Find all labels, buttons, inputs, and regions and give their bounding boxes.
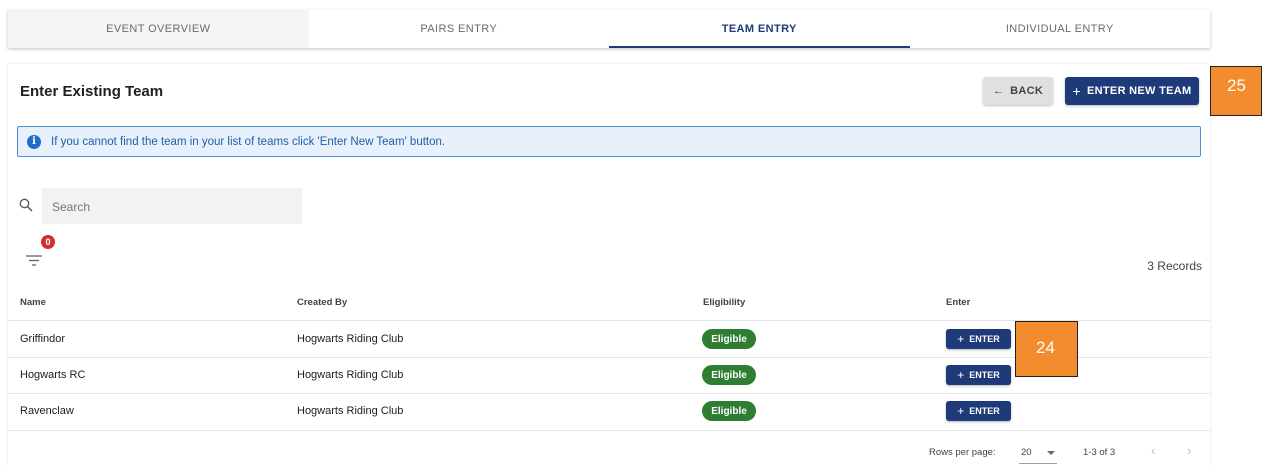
- column-header-name[interactable]: Name: [20, 297, 46, 308]
- arrow-left-icon: ←: [992, 85, 1005, 97]
- annotation-badge-25: 25: [1210, 66, 1262, 116]
- enter-button-label: ENTER: [969, 406, 1000, 416]
- info-banner: i If you cannot find the team in your li…: [17, 126, 1201, 157]
- enter-new-team-button[interactable]: + ENTER NEW TEAM: [1065, 77, 1199, 105]
- caret-down-icon: [1047, 451, 1055, 455]
- column-header-enter: Enter: [946, 297, 971, 308]
- enter-team-button[interactable]: + ENTER: [946, 329, 1011, 349]
- rows-per-page-label: Rows per page:: [929, 447, 996, 458]
- info-icon: i: [27, 134, 41, 149]
- tab-team-entry[interactable]: TEAM ENTRY: [609, 10, 910, 48]
- created-by: Hogwarts Riding Club: [297, 405, 404, 417]
- tab-individual-entry[interactable]: INDIVIDUAL ENTRY: [910, 10, 1211, 48]
- entry-tabs: EVENT OVERVIEW PAIRS ENTRY TEAM ENTRY IN…: [8, 10, 1210, 48]
- column-header-created-by[interactable]: Created By: [297, 297, 347, 308]
- search-placeholder: Search: [52, 200, 91, 214]
- plus-icon: +: [957, 368, 965, 382]
- records-count: 3 Records: [1147, 259, 1202, 273]
- enter-button-label: ENTER: [969, 370, 1000, 380]
- eligibility-badge: Eligible: [702, 329, 756, 349]
- eligibility-badge: Eligible: [702, 365, 756, 385]
- tab-event-overview[interactable]: EVENT OVERVIEW: [8, 10, 309, 48]
- filter-icon[interactable]: [24, 250, 44, 270]
- created-by: Hogwarts Riding Club: [297, 333, 404, 345]
- team-name: Griffindor: [20, 333, 66, 345]
- search-icon: [19, 198, 33, 212]
- rows-per-page-value: 20: [1021, 447, 1032, 458]
- chevron-left-icon[interactable]: ‹: [1151, 443, 1155, 458]
- enter-new-team-label: ENTER NEW TEAM: [1087, 85, 1192, 97]
- rows-per-page-select[interactable]: 20: [1019, 444, 1057, 464]
- eligibility-badge: Eligible: [702, 401, 756, 421]
- annotation-badge-24: 24: [1015, 321, 1078, 377]
- plus-icon: +: [957, 332, 965, 346]
- back-button[interactable]: ← BACK: [983, 77, 1053, 105]
- enter-team-button[interactable]: + ENTER: [946, 401, 1011, 421]
- info-banner-text: If you cannot find the team in your list…: [51, 135, 446, 148]
- tab-pairs-entry[interactable]: PAIRS ENTRY: [309, 10, 610, 48]
- plus-icon: +: [1072, 83, 1082, 99]
- enter-team-button[interactable]: + ENTER: [946, 365, 1011, 385]
- enter-button-label: ENTER: [969, 334, 1000, 344]
- filter-count-badge: 0: [41, 235, 55, 249]
- chevron-right-icon[interactable]: ›: [1187, 443, 1191, 458]
- table-row: [8, 393, 1210, 430]
- pagination-range: 1-3 of 3: [1083, 447, 1116, 458]
- created-by: Hogwarts Riding Club: [297, 369, 404, 381]
- team-name: Hogwarts RC: [20, 369, 86, 381]
- column-header-eligibility[interactable]: Eligibility: [703, 297, 745, 308]
- back-button-label: BACK: [1010, 85, 1044, 97]
- page-title: Enter Existing Team: [20, 83, 164, 100]
- plus-icon: +: [957, 404, 965, 418]
- team-name: Ravenclaw: [20, 405, 74, 417]
